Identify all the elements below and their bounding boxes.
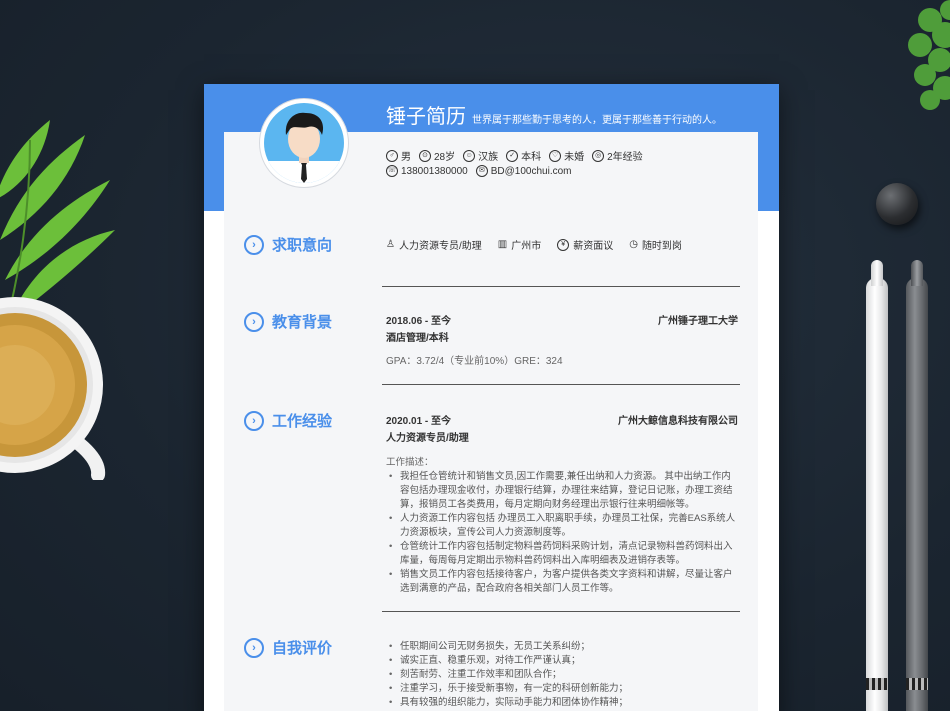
resume-motto: 世界属于那些勤于思考的人，更属于那些善于行动的人。 [472,115,722,126]
arrival-icon: ◷ [629,239,638,250]
intent-city: ▥ 广州市 [497,239,542,252]
ethnicity-icon: ☺ [463,149,476,162]
intent-row: ♙ 人力资源专员/助理 ▥ 广州市 ¥ 薪资面议 ◷ 随时到岗 [386,237,682,252]
section-education-title: › 教育背景 [244,311,332,332]
list-item: 人力资源工作内容包括 办理员工入职离职手续，办理员工社保，完善EAS系统人力资源… [386,512,738,540]
plant-decoration [908,0,950,110]
chevron-right-icon: › [244,234,264,255]
section-work-title: › 工作经验 [244,410,332,431]
name-row: 锤子简历 世界属于那些勤于思考的人，更属于那些善于行动的人。 [386,100,722,129]
intent-position: ♙ 人力资源专员/助理 [386,239,482,252]
white-pen-decoration [866,260,888,711]
info-gender: ♂ 男 [386,148,411,163]
education-school: 广州锤子理工大学 [658,316,738,327]
divider [382,384,740,385]
work-date: 2020.01 - 至今 [386,416,452,427]
info-phone: ☏ 138001380000 [386,165,468,177]
education-gpa: GPA：3.72/4（专业前10%）GRE：324 [386,356,563,367]
education-block: 2018.06 - 至今 广州锤子理工大学 酒店管理/本科 GPA：3.72/4（… [386,312,738,367]
email-icon: ✉ [475,165,488,177]
education-icon: ✓ [506,149,519,162]
coffee-cup-decoration [0,297,106,480]
marital-icon: ♡ [549,149,562,162]
resume-name: 锤子简历 [386,106,466,128]
info-marital: ♡ 未婚 [549,148,584,163]
list-item: 诚实正直、稳重乐观，对待工作严谨认真； [386,654,738,668]
salary-icon: ¥ [557,238,570,251]
intent-salary: ¥ 薪资面议 [557,237,613,252]
sphere-decoration [876,183,918,225]
work-block: 2020.01 - 至今 广州大鲸信息科技有限公司 人力资源专员/助理 工作描述：… [386,412,738,596]
education-major: 酒店管理/本科 [386,333,449,344]
avatar-person-icon [264,112,344,183]
intent-arrival: ◷ 随时到岗 [629,239,682,252]
divider [382,286,740,287]
position-icon: ♙ [386,239,395,250]
list-item: 注重学习，乐于接受新事物，有一定的科研创新能力； [386,682,738,696]
info-ethnicity: ☺ 汉族 [463,148,498,163]
section-self-title: › 自我评价 [244,637,332,658]
list-item: 我担任仓管统计和销售文员,因工作需要,兼任出纳和人力资源。 其中出纳工作内容包括… [386,470,738,512]
self-block: 任职期间公司无财务损失，无员工关系纠纷； 诚实正直、稳重乐观，对待工作严谨认真；… [386,638,738,710]
info-education: ✓ 本科 [506,148,541,163]
list-item: 任职期间公司无财务损失，无员工关系纠纷； [386,640,738,654]
chevron-right-icon: › [244,637,264,658]
list-item: 销售文员工作内容包括接待客户，为客户提供各类文字资料和讲解，尽量让客户选到满意的… [386,568,738,596]
list-item: 具有较强的组织能力，实际动手能力和团体协作精神； [386,696,738,710]
phone-icon: ☏ [386,165,398,177]
divider [382,611,740,612]
basic-info-row: ♂ 男 ⊙ 28岁 ☺ 汉族 ✓ 本科 ♡ 未婚 ◎ 2年经验 [386,148,643,163]
info-age: ⊙ 28岁 [419,148,455,163]
info-experience: ◎ 2年经验 [592,148,643,163]
experience-icon: ◎ [592,149,605,162]
self-bullets: 任职期间公司无财务损失，无员工关系纠纷； 诚实正直、稳重乐观，对待工作严谨认真；… [386,640,738,710]
age-icon: ⊙ [419,149,431,162]
chevron-right-icon: › [244,410,264,431]
work-title: 人力资源专员/助理 [386,433,469,444]
gender-icon: ♂ [386,149,398,162]
work-company: 广州大鲸信息科技有限公司 [618,416,738,427]
avatar [259,98,349,188]
list-item: 仓管统计工作内容包括制定物料兽药饲料采购计划，清点记录物料兽药饲料出入库量，每周… [386,540,738,568]
city-icon: ▥ [497,239,508,250]
info-email: ✉ BD@100chui.com [475,165,572,177]
work-bullets: 我担任仓管统计和销售文员,因工作需要,兼任出纳和人力资源。 其中出纳工作内容包括… [386,470,738,596]
list-item: 刻苦耐劳、注重工作效率和团队合作； [386,668,738,682]
work-desc-label: 工作描述： [386,457,434,468]
chevron-right-icon: › [244,311,264,332]
contact-info-row: ☏ 138001380000 ✉ BD@100chui.com [386,165,572,177]
grey-pen-decoration [906,260,928,711]
education-date: 2018.06 - 至今 [386,316,452,327]
section-intent-title: › 求职意向 [244,234,332,255]
resume-paper: 锤子简历 世界属于那些勤于思考的人，更属于那些善于行动的人。 ♂ 男 ⊙ 28岁 ☺… [204,84,779,711]
